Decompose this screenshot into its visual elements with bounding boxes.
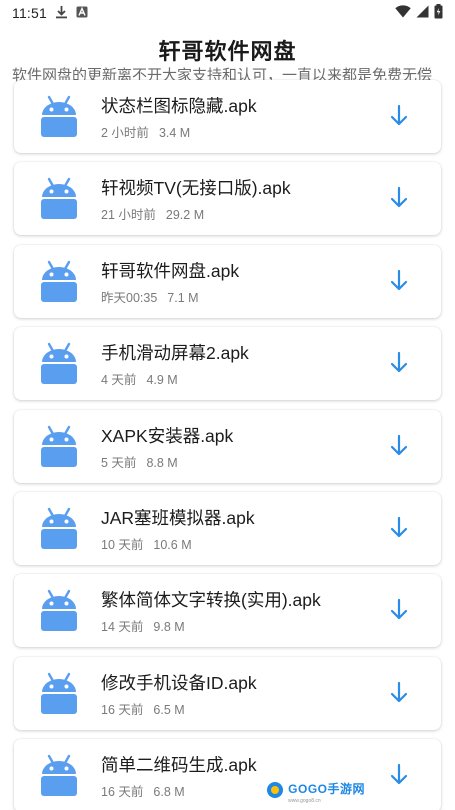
file-name: XAPK安装器.apk xyxy=(101,425,234,446)
file-item[interactable]: XAPK安装器.apk 5 天前 8.8 M xyxy=(14,409,441,483)
android-icon xyxy=(38,588,80,632)
file-size: 8.8 M xyxy=(146,455,178,470)
file-item[interactable]: 修改手机设备ID.apk 16 天前 6.5 M xyxy=(14,656,441,730)
file-name: 修改手机设备ID.apk xyxy=(101,672,257,693)
download-arrow-icon[interactable] xyxy=(387,185,411,211)
file-time: 昨天00:35 xyxy=(101,290,158,305)
app-title: 轩哥软件网盘 xyxy=(158,39,297,64)
download-arrow-icon[interactable] xyxy=(387,268,411,294)
file-item[interactable]: JAR塞班模拟器.apk 10 天前 10.6 M xyxy=(14,492,441,565)
file-time: 16 天前 xyxy=(101,785,144,800)
download-arrow-icon[interactable] xyxy=(387,350,411,376)
file-size: 4.9 M xyxy=(146,373,178,388)
android-icon xyxy=(38,94,80,138)
android-icon xyxy=(38,753,80,797)
download-arrow-icon[interactable] xyxy=(387,762,411,788)
file-meta: 16 天前 6.5 M xyxy=(101,699,185,718)
download-arrow-icon[interactable] xyxy=(387,515,411,541)
file-time: 4 天前 xyxy=(101,373,137,388)
app-notification-icon xyxy=(76,5,88,21)
file-time: 2 小时前 xyxy=(101,126,149,140)
android-icon xyxy=(38,424,80,468)
file-item[interactable]: 轩哥软件网盘.apk 昨天00:35 7.1 M xyxy=(14,244,441,318)
file-meta: 14 天前 9.8 M xyxy=(101,616,185,635)
file-name: 轩哥软件网盘.apk xyxy=(101,260,240,281)
android-icon xyxy=(38,259,80,303)
status-bar: 11:51 xyxy=(0,0,455,26)
file-size: 6.5 M xyxy=(153,702,185,717)
file-meta: 4 天前 4.9 M xyxy=(101,369,178,388)
android-icon xyxy=(38,506,80,550)
file-time: 16 天前 xyxy=(101,702,144,717)
file-size: 9.8 M xyxy=(153,620,185,635)
file-size: 7.1 M xyxy=(167,290,199,305)
file-meta: 2 小时前 3.4 M xyxy=(101,122,190,141)
file-meta: 16 天前 6.8 M xyxy=(101,781,185,800)
signal-icon xyxy=(416,5,429,21)
file-name: 轩视频TV(无接口版).apk xyxy=(101,178,291,199)
file-meta: 10 天前 10.6 M xyxy=(101,534,192,553)
site-watermark: GOGO手游网 www.gogo8.cn xyxy=(262,778,369,806)
file-time: 5 天前 xyxy=(101,455,137,470)
watermark-logo-text: GOGO手游网 xyxy=(288,782,365,796)
file-item[interactable]: 简单二维码生成.apk 16 天前 6.8 M xyxy=(14,739,441,810)
file-item[interactable]: 繁体简体文字转换(实用).apk 14 天前 9.8 M xyxy=(14,574,441,648)
file-item[interactable]: 手机滑动屏幕2.apk 4 天前 4.9 M xyxy=(14,327,441,401)
file-name: 繁体简体文字转换(实用).apk xyxy=(101,590,321,611)
file-item[interactable]: 轩视频TV(无接口版).apk 21 小时前 29.2 M xyxy=(14,162,441,236)
file-size: 6.8 M xyxy=(153,785,185,800)
watermark-url: www.gogo8.cn xyxy=(288,798,321,804)
file-time: 14 天前 xyxy=(101,620,144,635)
file-meta: 昨天00:35 7.1 M xyxy=(101,287,199,306)
android-icon xyxy=(38,176,80,220)
download-arrow-icon[interactable] xyxy=(387,597,411,623)
download-arrow-icon[interactable] xyxy=(387,433,411,459)
wifi-icon xyxy=(395,5,411,21)
download-arrow-icon[interactable] xyxy=(387,103,411,129)
download-arrow-icon[interactable] xyxy=(387,680,411,706)
file-meta: 5 天前 8.8 M xyxy=(101,452,178,471)
file-size: 3.4 M xyxy=(158,126,191,140)
download-notification-icon xyxy=(55,5,68,22)
file-meta: 21 小时前 29.2 M xyxy=(101,204,204,223)
battery-icon xyxy=(434,4,443,22)
file-item[interactable]: 状态栏图标隐藏.apk 2 小时前 3.4 M xyxy=(14,80,441,153)
file-size: 29.2 M xyxy=(165,208,205,223)
status-time: 11:51 xyxy=(12,5,47,21)
file-name: 状态栏图标隐藏.apk xyxy=(101,96,257,116)
file-name: 简单二维码生成.apk xyxy=(101,755,257,776)
file-name: 手机滑动屏幕2.apk xyxy=(101,343,249,364)
file-time: 10 天前 xyxy=(101,538,144,552)
file-size: 10.6 M xyxy=(153,538,192,552)
android-icon xyxy=(38,341,80,385)
file-time: 21 小时前 xyxy=(101,208,156,223)
android-icon xyxy=(38,671,80,715)
watermark-logo-icon xyxy=(266,781,284,804)
file-name: JAR塞班模拟器.apk xyxy=(101,508,255,528)
